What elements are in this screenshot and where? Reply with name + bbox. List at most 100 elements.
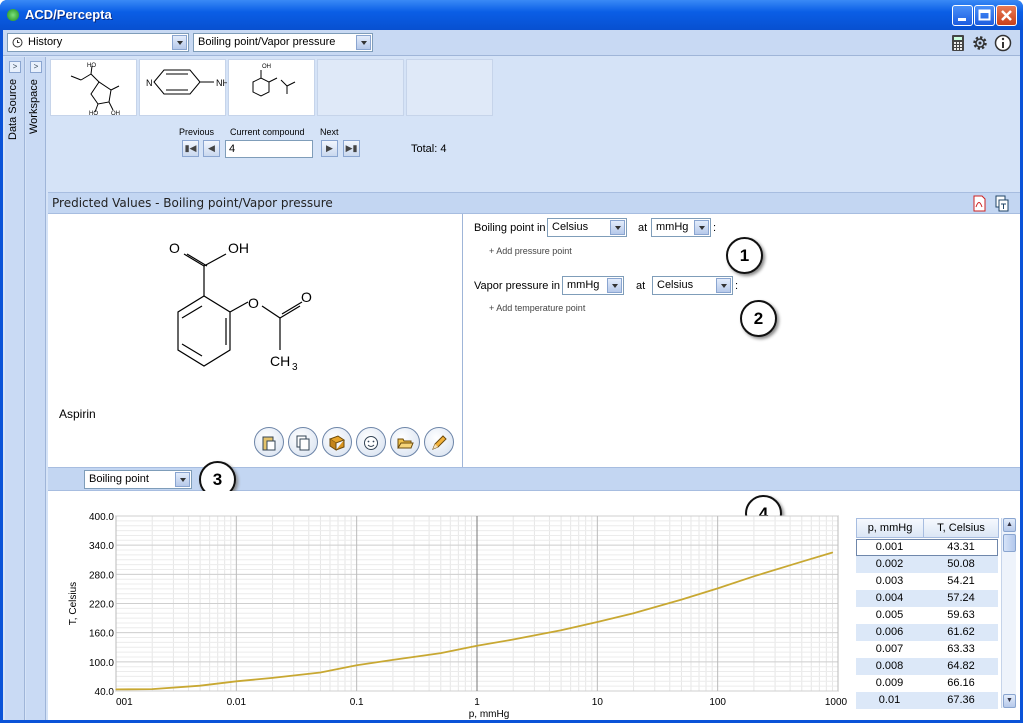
pressure-cell: 0.002 [875,558,904,570]
vp-temp-unit-dropdown[interactable]: Celsius [652,276,733,295]
minimize-icon [958,18,966,21]
chevron-down-icon[interactable] [716,278,731,293]
smiles-button[interactable] [356,427,386,457]
chevron-down-icon[interactable] [356,35,371,50]
current-compound-input[interactable]: 4 [225,140,313,158]
next-button[interactable]: ▶ [321,140,338,157]
table-row[interactable]: 0.004 57.24 [856,590,998,607]
last-button[interactable]: ▶▮ [343,140,360,157]
x-tick-label: 10 [592,697,604,708]
data-point [680,599,683,601]
info-icon[interactable] [994,34,1012,52]
pencil-icon [432,434,447,450]
chevron-down-icon[interactable] [607,278,622,293]
compound-thumbnail[interactable]: HO HO OH [50,59,137,117]
structure-panel: O OH O O CH 3 Aspirin [48,214,463,467]
bp-pressure-unit-value: mmHg [656,221,689,233]
workspace-label: Workspace [28,79,40,134]
copy-export-icon[interactable] [994,195,1009,212]
table-row[interactable]: 0.002 50.08 [856,556,998,573]
chevron-down-icon[interactable] [610,220,625,235]
data-point [476,645,478,647]
gear-icon[interactable] [971,34,989,52]
table-row[interactable]: 0.01 67.36 [856,692,998,709]
compound-name: Aspirin [59,407,96,421]
minimize-button[interactable] [952,5,973,26]
copy-structure-button[interactable] [288,427,318,457]
previous-button[interactable]: ◀ [203,140,220,157]
workspace-tab[interactable]: > Workspace [26,57,46,720]
data-source-tab[interactable]: > Data Source [5,57,25,720]
colon-label: : [713,222,717,234]
data-point [440,652,442,654]
table-row[interactable]: 0.005 59.63 [856,607,998,624]
chevron-down-icon[interactable] [172,35,187,50]
plot-type-dropdown[interactable]: Boiling point [84,470,192,489]
vp-unit-dropdown[interactable]: mmHg [562,276,624,295]
table-header-temperature[interactable]: T, Celsius [923,518,999,538]
bp-unit-dropdown[interactable]: Celsius [547,218,627,237]
table-row[interactable]: 0.007 63.33 [856,641,998,658]
x-tick-label: 1 [474,697,480,708]
table-header-pressure[interactable]: p, mmHg [856,518,924,538]
table-row[interactable]: 0.009 66.16 [856,675,998,692]
maximize-button[interactable] [974,5,995,26]
smiley-icon [364,435,378,450]
data-point [356,664,358,666]
open-file-button[interactable] [390,427,420,457]
chevron-down-icon[interactable] [175,472,190,487]
history-dropdown[interactable]: History [7,33,189,52]
data-point [632,612,635,614]
boiling-point-chart[interactable]: 400.0 340.0 280.0 220.0 160.0 100.0 40.0001 0.0… [48,491,848,720]
compound-thumbnail[interactable]: OH [228,59,315,116]
temperature-cell: 43.31 [947,541,975,553]
aminopyridine-structure: N NH [146,69,229,95]
x-tick-label: 100 [709,697,726,708]
table-row[interactable]: 0.001 43.31 [856,539,998,556]
temperature-cell: 59.63 [947,609,975,621]
temperature-cell: 67.36 [947,694,975,706]
book-icon [328,435,346,451]
data-source-label: Data Source [7,79,19,141]
scroll-up-icon[interactable]: ▲ [1003,518,1016,532]
bp-unit-value: Celsius [552,221,589,233]
pdf-export-icon[interactable] [972,195,987,212]
ascorbic-acid-structure: HO HO OH [70,63,120,117]
molecule-atom-label: O [248,295,259,311]
window-title: ACD/Percepta [25,7,112,22]
temperature-cell: 57.24 [947,592,975,604]
close-button[interactable] [996,5,1017,26]
expand-icon[interactable]: > [30,61,42,73]
molecule-atom-label: OH [228,242,249,256]
bp-pressure-unit-dropdown[interactable]: mmHg [651,218,711,237]
table-scrollbar[interactable]: ▲ ▼ [1001,518,1016,708]
database-button[interactable] [322,427,352,457]
next-label: Next [320,127,339,137]
section-header: Predicted Values - Boiling point/Vapor p… [48,192,1020,214]
calculator-icon[interactable] [949,34,967,52]
table-row[interactable]: 0.003 54.21 [856,573,998,590]
scroll-thumb[interactable] [1003,534,1016,552]
title-bar[interactable]: ACD/Percepta [0,0,1023,30]
clock-icon [12,37,23,48]
paste-structure-button[interactable] [254,427,284,457]
thumb-label: HO [87,63,96,69]
chevron-down-icon[interactable] [694,220,709,235]
table-row[interactable]: 0.008 64.82 [856,658,998,675]
vp-temp-unit-value: Celsius [657,279,694,291]
pressure-cell: 0.004 [875,592,904,604]
edit-structure-button[interactable] [424,427,454,457]
temperature-cell: 54.21 [947,575,975,587]
data-point [199,685,201,687]
compound-thumbnail[interactable]: N NH [139,59,229,116]
add-pressure-point-link[interactable]: + Add pressure point [489,246,572,256]
scroll-down-icon[interactable]: ▼ [1003,694,1016,708]
table-row[interactable]: 0.006 61.62 [856,624,998,641]
section-title: Predicted Values - Boiling point/Vapor p… [52,196,333,210]
y-tick-label: 400.0 [89,512,114,523]
expand-icon[interactable]: > [9,61,21,73]
add-temperature-point-link[interactable]: + Add temperature point [489,303,585,313]
module-dropdown[interactable]: Boiling point/Vapor pressure [193,33,373,52]
data-point [596,621,598,623]
first-button[interactable]: ▮◀ [182,140,199,157]
